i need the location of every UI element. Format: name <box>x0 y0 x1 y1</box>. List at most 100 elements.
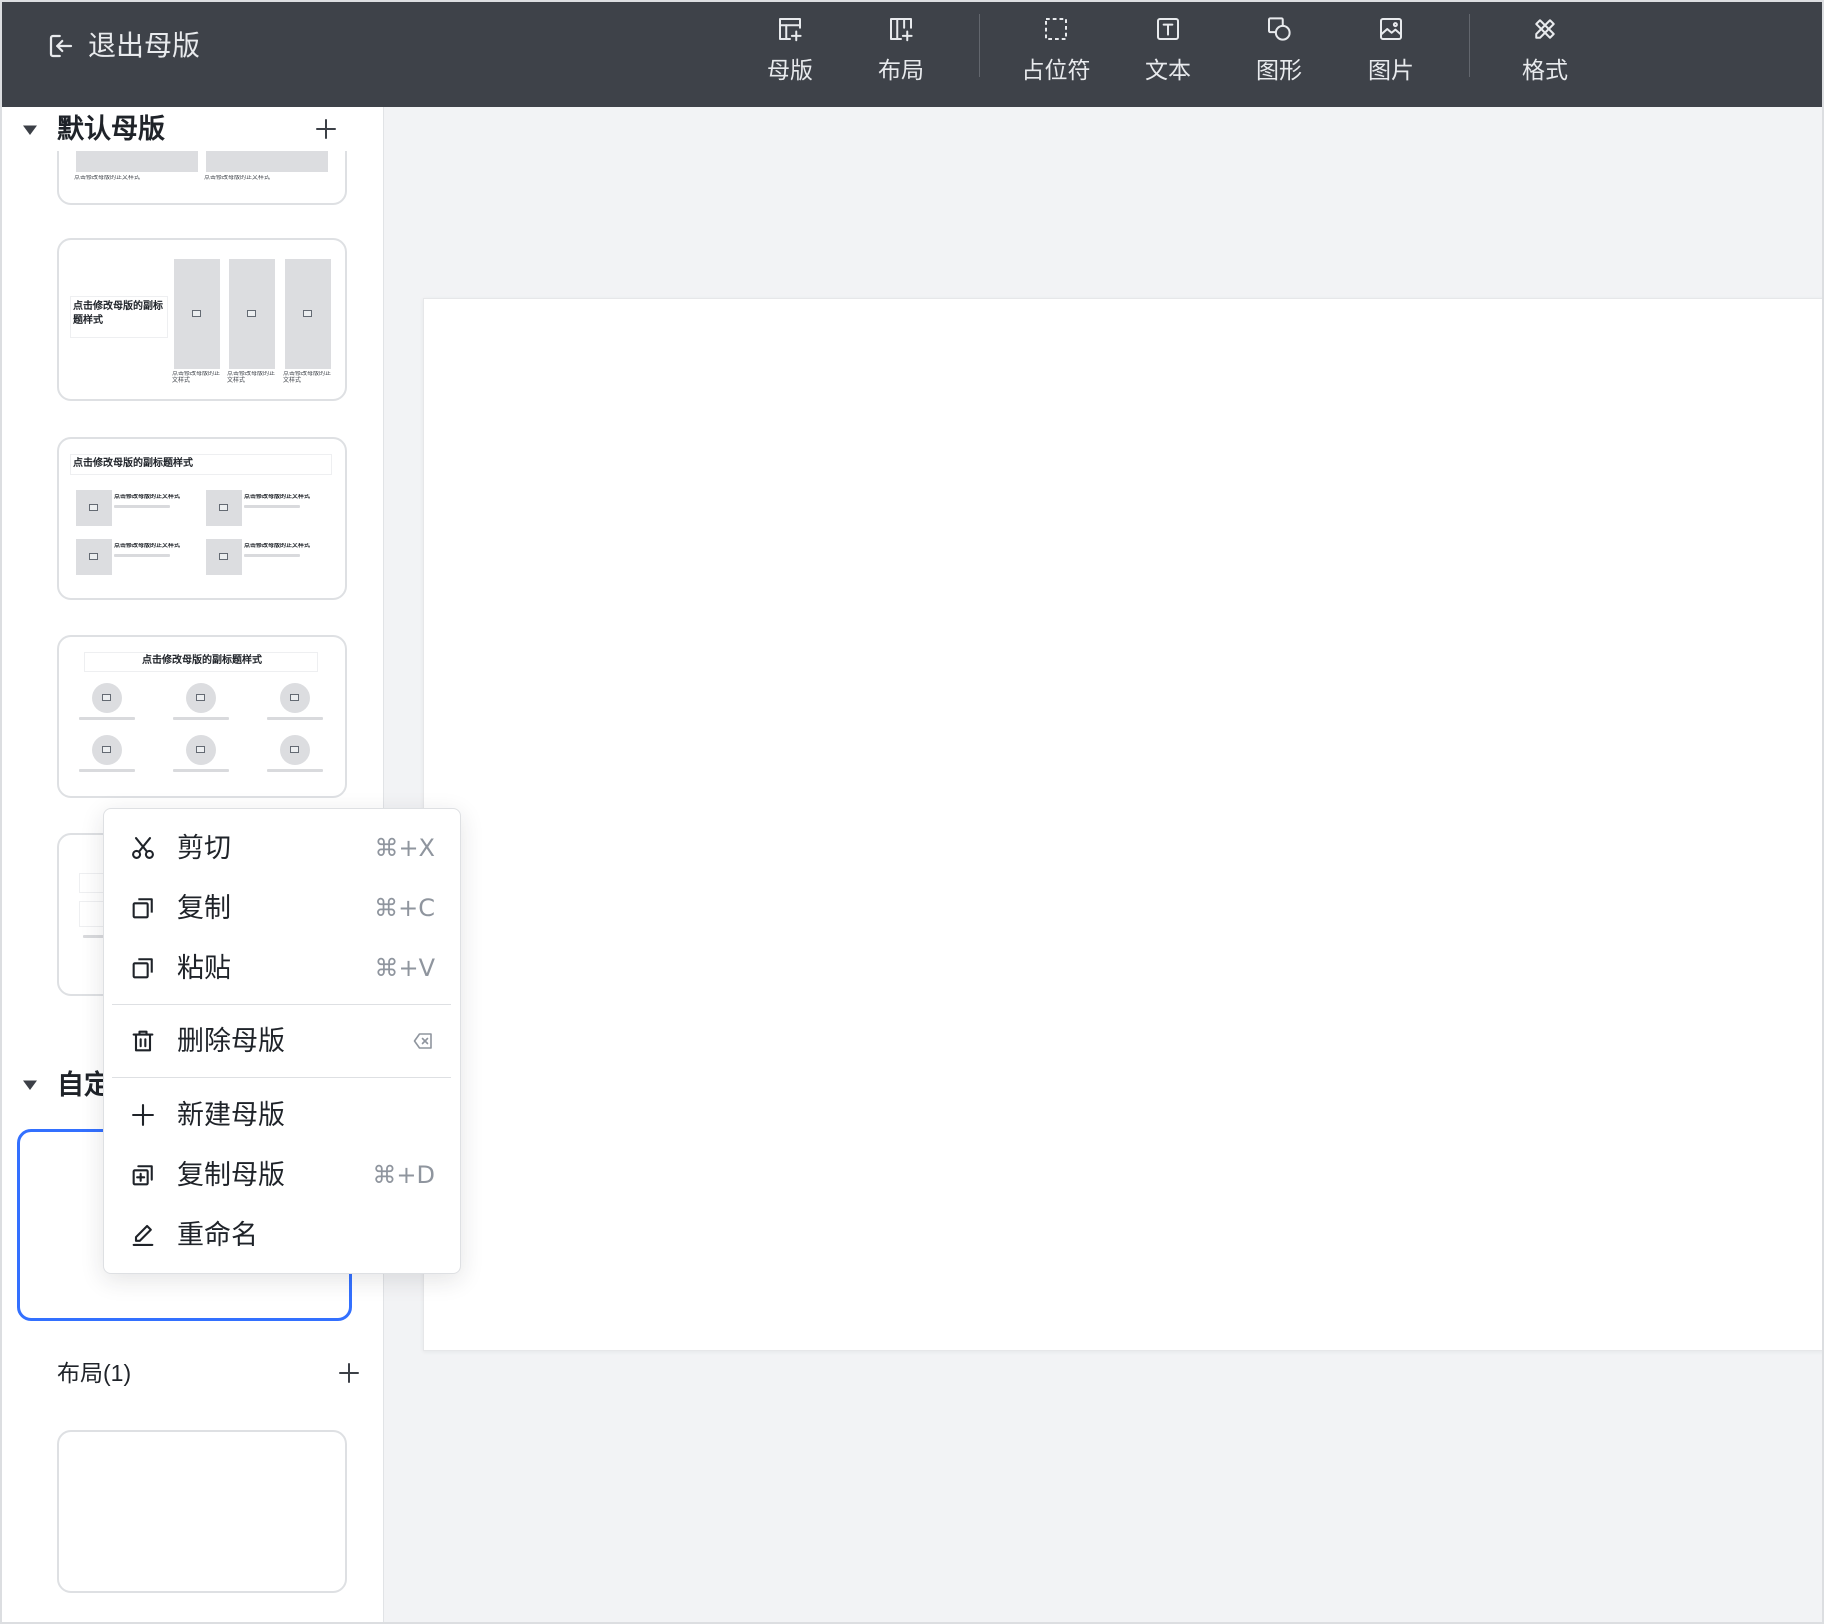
image-placeholder-icon <box>196 746 205 753</box>
tool-label: 格式 <box>1522 57 1568 83</box>
placeholder-icon <box>1041 14 1071 44</box>
placeholder-text-line <box>79 769 135 772</box>
image-placeholder-icon <box>89 504 98 511</box>
menu-item-label: 重命名 <box>177 1220 258 1250</box>
menu-item-label: 新建母版 <box>177 1100 285 1130</box>
menu-item-duplicate-master[interactable]: 复制母版 ⌘+D <box>104 1145 460 1205</box>
menu-item-paste[interactable]: 粘贴 ⌘+V <box>104 938 460 998</box>
placeholder-text-line <box>173 717 229 720</box>
tool-label: 图片 <box>1368 57 1414 83</box>
image-placeholder <box>76 490 112 526</box>
image-placeholder-circle <box>92 683 122 713</box>
backspace-icon <box>410 1029 436 1053</box>
menu-item-label: 删除母版 <box>177 1026 285 1056</box>
menu-item-new-master[interactable]: 新建母版 <box>104 1085 460 1145</box>
slide-master-canvas[interactable] <box>423 298 1822 1351</box>
master-thumbnail[interactable]: 点击修改母版的副标题样式 点击修改母版的正文样式 点击修改母版的正文样式 点击修… <box>57 238 347 401</box>
image-placeholder <box>76 539 112 575</box>
add-layout-icon[interactable] <box>336 1360 362 1386</box>
tool-shape[interactable]: 图形 <box>1224 2 1334 107</box>
format-icon <box>1530 14 1560 44</box>
section-title-layouts: 布局(1) <box>57 1360 132 1386</box>
body-placeholder-text: 点击修改母版的正文样式 <box>227 371 276 384</box>
image-placeholder <box>206 490 242 526</box>
placeholder-text-line <box>79 717 135 720</box>
collapse-triangle-icon[interactable] <box>22 1079 38 1091</box>
placeholder-text-line <box>114 505 170 508</box>
collapse-triangle-icon[interactable] <box>22 124 38 136</box>
subtitle-placeholder-text: 点击修改母版的副标题样式 <box>73 458 193 469</box>
scissors-icon <box>129 834 157 862</box>
add-master-icon[interactable] <box>313 116 339 142</box>
exit-master-button[interactable]: 退出母版 <box>46 28 200 64</box>
menu-item-delete-master[interactable]: 删除母版 <box>104 1011 460 1071</box>
context-menu: 剪切 ⌘+X 复制 ⌘+C 粘贴 ⌘+V 删除母版 新建母版 复制母版 ⌘+D … <box>103 808 461 1274</box>
tool-placeholder[interactable]: 占位符 <box>1001 2 1111 107</box>
tool-format[interactable]: 格式 <box>1490 2 1600 107</box>
text-icon <box>1153 14 1183 44</box>
image-placeholder-circle <box>186 735 216 765</box>
menu-item-label: 复制母版 <box>177 1160 285 1190</box>
menu-item-label: 粘贴 <box>177 953 231 983</box>
exit-icon <box>46 31 76 61</box>
toolbar-divider <box>979 14 980 77</box>
placeholder-text-line <box>267 769 323 772</box>
shortcut-label: ⌘+X <box>374 834 435 862</box>
placeholder-text-line <box>173 769 229 772</box>
image-placeholder-circle <box>280 683 310 713</box>
shortcut-label: ⌘+V <box>374 954 435 982</box>
tool-label: 布局 <box>878 57 924 83</box>
image-placeholder-circle <box>92 735 122 765</box>
menu-divider <box>104 1071 460 1085</box>
tool-label: 图形 <box>1256 57 1302 83</box>
section-title-default-master: 默认母版 <box>57 114 165 144</box>
image-placeholder-icon <box>89 553 98 560</box>
image-placeholder-icon <box>247 310 256 317</box>
body-placeholder-text: 点击修改母版的正文样式 <box>74 175 141 181</box>
shortcut-label: ⌘+C <box>374 894 435 922</box>
tool-label: 母版 <box>767 57 813 83</box>
placeholder-text-line <box>267 717 323 720</box>
placeholder-text-line <box>114 554 170 557</box>
body-placeholder-text: 点击修改母版的正文样式 <box>204 175 271 181</box>
body-placeholder-text: 点击修改母版的正文样式 <box>283 371 332 384</box>
image-placeholder-icon <box>290 746 299 753</box>
menu-item-rename[interactable]: 重命名 <box>104 1205 460 1265</box>
menu-item-copy[interactable]: 复制 ⌘+C <box>104 878 460 938</box>
master-icon <box>775 14 805 44</box>
image-placeholder <box>76 151 198 172</box>
body-placeholder-text: 点击修改母版的正文样式 <box>244 543 311 549</box>
image-placeholder <box>206 539 242 575</box>
editing-canvas <box>384 107 1822 1622</box>
master-thumbnail[interactable]: 点击修改母版的正文样式 点击修改母版的正文样式 <box>57 151 347 205</box>
shortcut-label: ⌘+D <box>372 1161 435 1189</box>
trash-icon <box>129 1027 157 1055</box>
placeholder-text-line <box>244 505 300 508</box>
master-thumbnail[interactable]: 点击修改母版的副标题样式 <box>57 635 347 798</box>
image-placeholder-circle <box>186 683 216 713</box>
tool-master[interactable]: 母版 <box>735 2 845 107</box>
tool-label: 占位符 <box>1021 57 1091 83</box>
image-placeholder-icon <box>196 694 205 701</box>
menu-divider <box>104 998 460 1011</box>
image-placeholder-icon <box>102 694 111 701</box>
toolbar-divider <box>1469 14 1470 77</box>
body-placeholder-text: 点击修改母版的正文样式 <box>114 543 181 549</box>
image-placeholder <box>174 259 220 369</box>
layout-thumbnail[interactable] <box>57 1430 347 1593</box>
body-placeholder-text: 点击修改母版的正文样式 <box>244 494 311 500</box>
master-thumbnail[interactable]: 点击修改母版的副标题样式 点击修改母版的正文样式 点击修改母版的正文样式 点击修… <box>57 437 347 600</box>
copy-icon <box>129 894 157 922</box>
tool-image[interactable]: 图片 <box>1336 2 1446 107</box>
duplicate-icon <box>129 1161 157 1189</box>
image-placeholder <box>285 259 331 369</box>
image-placeholder <box>229 259 275 369</box>
shape-icon <box>1264 14 1294 44</box>
image-icon <box>1376 14 1406 44</box>
pencil-icon <box>129 1221 157 1249</box>
tool-text[interactable]: 文本 <box>1113 2 1223 107</box>
tool-layout[interactable]: 布局 <box>846 2 956 107</box>
menu-item-cut[interactable]: 剪切 ⌘+X <box>104 818 460 878</box>
image-placeholder-icon <box>219 504 228 511</box>
image-placeholder-icon <box>192 310 201 317</box>
